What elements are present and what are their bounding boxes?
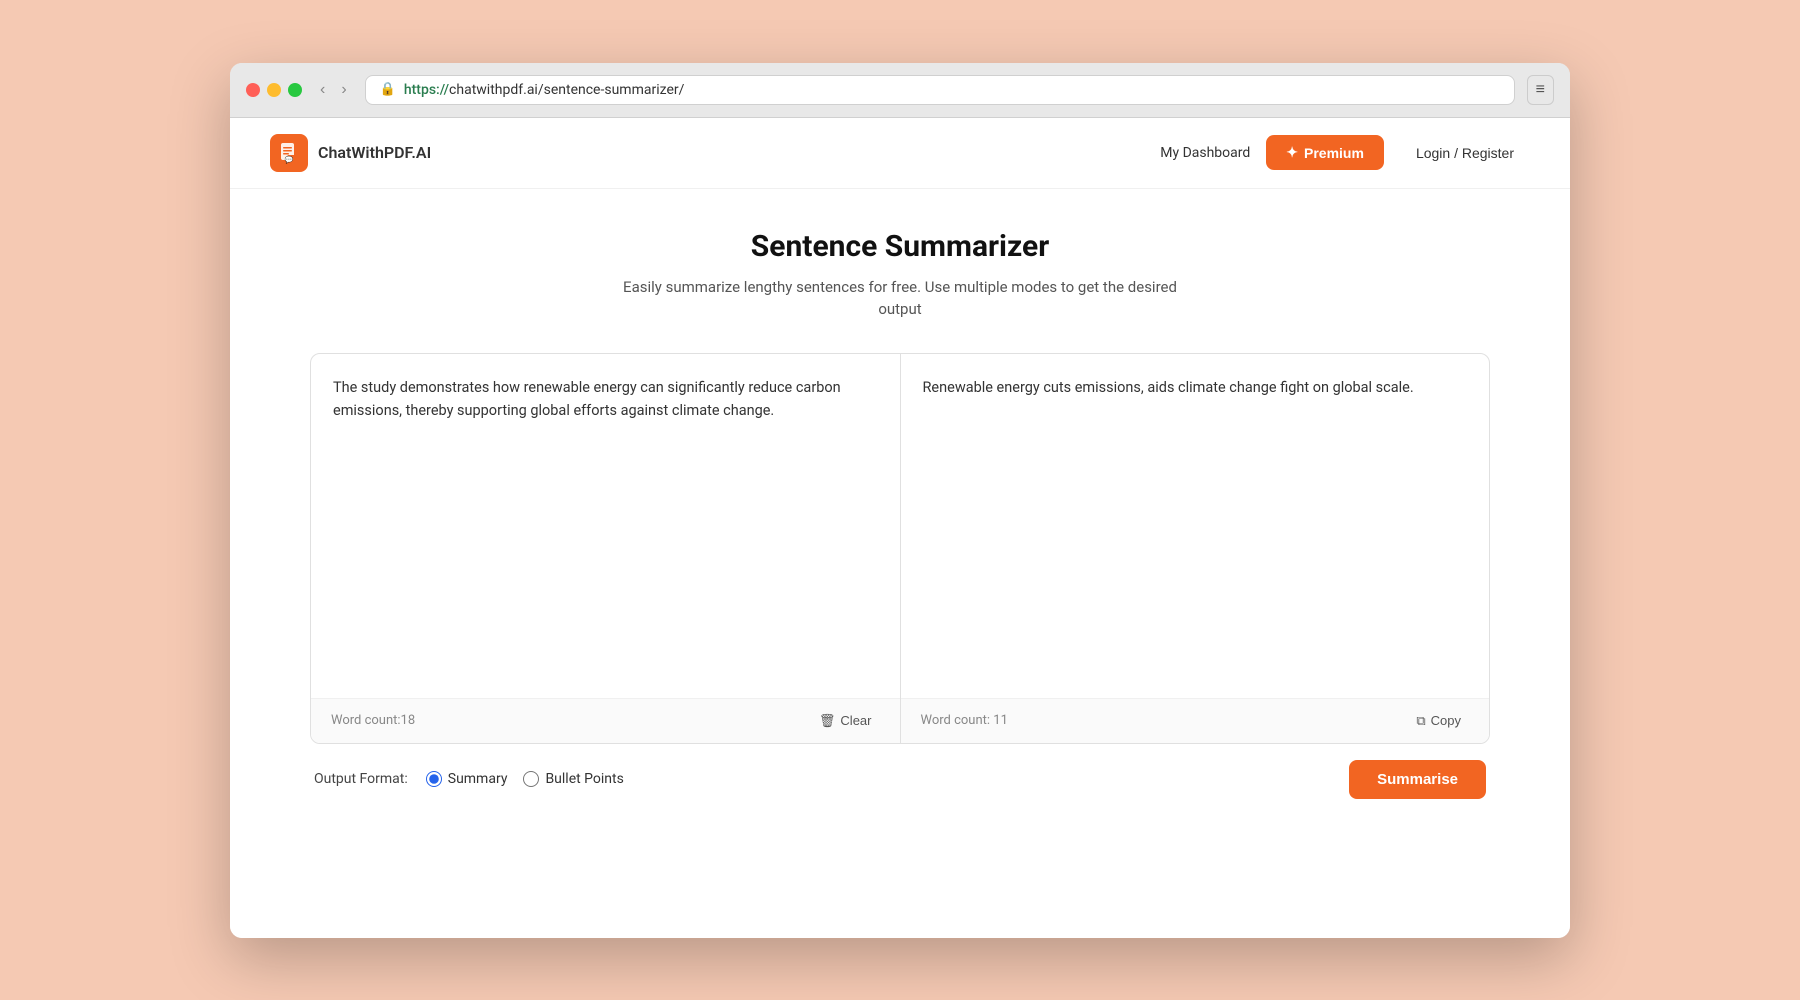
format-options: Summary Bullet Points: [426, 771, 624, 787]
output-footer: Word count: 11 ⧉ Copy: [901, 698, 1490, 743]
login-button[interactable]: Login / Register: [1400, 136, 1530, 170]
forward-button[interactable]: ›: [335, 79, 352, 101]
bullet-label: Bullet Points: [545, 771, 623, 787]
logo-text: ChatWithPDF.AI: [318, 143, 431, 162]
site-header: 💬 ChatWithPDF.AI My Dashboard ✦ Premium …: [230, 118, 1570, 189]
input-panel-footer: Word count:18 🗑 Clear: [311, 698, 901, 743]
bullet-option[interactable]: Bullet Points: [523, 771, 623, 787]
output-text: Renewable energy cuts emissions, aids cl…: [901, 354, 1490, 694]
browser-chrome: ‹ › 🔒 https://chatwithpdf.ai/sentence-su…: [230, 63, 1570, 118]
copy-icon: ⧉: [1416, 713, 1425, 729]
output-format-label: Output Format:: [314, 771, 408, 787]
output-panel: Renewable energy cuts emissions, aids cl…: [901, 354, 1490, 698]
summarise-button[interactable]: Summarise: [1349, 760, 1486, 799]
url-display: https://chatwithpdf.ai/sentence-summariz…: [404, 82, 685, 98]
copy-button[interactable]: ⧉ Copy: [1408, 709, 1469, 733]
logo-area: 💬 ChatWithPDF.AI: [270, 134, 431, 172]
input-panel: The study demonstrates how renewable ene…: [311, 354, 901, 698]
bottom-bar: Output Format: Summary Bullet Points Sum…: [310, 744, 1490, 803]
page-content: 💬 ChatWithPDF.AI My Dashboard ✦ Premium …: [230, 118, 1570, 938]
svg-text:💬: 💬: [285, 155, 294, 164]
summary-radio[interactable]: [426, 771, 442, 787]
input-textarea[interactable]: The study demonstrates how renewable ene…: [311, 354, 900, 694]
page-title: Sentence Summarizer: [310, 229, 1490, 264]
premium-star-icon: ✦: [1286, 144, 1298, 161]
lock-icon: 🔒: [380, 82, 396, 97]
logo-icon: 💬: [270, 134, 308, 172]
clear-icon: 🗑: [819, 713, 836, 729]
editor-container: The study demonstrates how renewable ene…: [310, 353, 1490, 744]
nav-right: My Dashboard ✦ Premium Login / Register: [1160, 135, 1530, 170]
bullet-radio[interactable]: [523, 771, 539, 787]
minimize-button[interactable]: [267, 83, 281, 97]
summary-label: Summary: [448, 771, 508, 787]
traffic-lights: [246, 83, 302, 97]
dashboard-link[interactable]: My Dashboard: [1160, 145, 1250, 161]
address-bar[interactable]: 🔒 https://chatwithpdf.ai/sentence-summar…: [365, 75, 1515, 105]
input-word-count: Word count:18: [331, 713, 415, 728]
nav-buttons: ‹ ›: [314, 79, 353, 101]
panel-divider-footer: Word count:18 🗑 Clear Word count: 11 ⧉: [311, 698, 1489, 743]
premium-button[interactable]: ✦ Premium: [1266, 135, 1384, 170]
editor-panels: The study demonstrates how renewable ene…: [311, 354, 1489, 698]
browser-window: ‹ › 🔒 https://chatwithpdf.ai/sentence-su…: [230, 63, 1570, 938]
main-content: Sentence Summarizer Easily summarize len…: [230, 189, 1570, 843]
output-panel-footer: Word count: 11 ⧉ Copy: [901, 698, 1490, 743]
output-word-count: Word count: 11: [921, 713, 1008, 728]
page-subtitle: Easily summarize lengthy sentences for f…: [310, 276, 1490, 321]
input-footer: Word count:18 🗑 Clear: [311, 698, 900, 743]
summary-option[interactable]: Summary: [426, 771, 508, 787]
back-button[interactable]: ‹: [314, 79, 331, 101]
maximize-button[interactable]: [288, 83, 302, 97]
clear-button[interactable]: 🗑 Clear: [811, 709, 880, 733]
output-format-section: Output Format: Summary Bullet Points: [314, 771, 624, 787]
close-button[interactable]: [246, 83, 260, 97]
browser-menu-button[interactable]: ≡: [1527, 75, 1554, 105]
